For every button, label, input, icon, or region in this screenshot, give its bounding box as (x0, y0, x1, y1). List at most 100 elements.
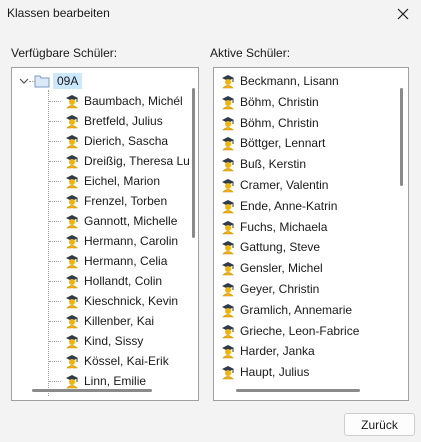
list-item[interactable]: Geyer, Christin (220, 279, 319, 299)
tree-line (49, 321, 61, 322)
list-item[interactable]: Böhm, Christin (220, 113, 319, 133)
list-item[interactable]: Gramlich, Annemarie (220, 300, 352, 320)
tree-line (49, 121, 61, 122)
class-node[interactable]: 09A (34, 72, 83, 90)
student-graduate-icon (66, 135, 78, 149)
student-name: Kössel, Kai-Erik (84, 354, 169, 368)
student-name: Hollandt, Colin (84, 274, 163, 288)
tree-line (48, 90, 49, 396)
tree-line (49, 381, 61, 382)
right-horizontal-scrollbar[interactable] (236, 389, 360, 392)
list-item[interactable]: Frenzel, Torben (64, 191, 167, 211)
list-item[interactable]: Buß, Kerstin (220, 154, 306, 174)
list-item[interactable]: Eichel, Marion (64, 171, 160, 191)
list-item[interactable]: Linn, Emilie (64, 371, 146, 391)
list-item[interactable]: Ende, Anne-Katrin (220, 196, 337, 216)
left-vertical-scrollbar[interactable] (192, 88, 195, 238)
student-graduate-icon (66, 155, 78, 169)
list-item[interactable]: Killenber, Kai (64, 311, 154, 331)
student-graduate-icon (66, 255, 78, 269)
student-name: Killenber, Kai (84, 314, 155, 328)
student-name: Hermann, Carolin (84, 234, 179, 248)
list-item[interactable]: Böttger, Lennart (220, 133, 325, 153)
left-horizontal-scrollbar[interactable] (32, 389, 152, 392)
student-name: Baumbach, Michél (84, 94, 183, 108)
list-item[interactable]: Dreißig, Theresa Lu (64, 151, 190, 171)
student-graduate-icon (222, 116, 234, 130)
student-name: Gattung, Steve (240, 240, 321, 255)
student-graduate-icon (66, 295, 78, 309)
student-name: Böttger, Lennart (240, 136, 326, 151)
list-item[interactable]: Kind, Sissy (64, 331, 143, 351)
student-graduate-icon (222, 95, 234, 110)
tree-line (49, 101, 61, 102)
list-item[interactable]: Gannott, Michelle (64, 211, 177, 231)
student-graduate-icon (222, 220, 234, 234)
available-students-label: Verfügbare Schüler: (11, 46, 118, 60)
close-icon (397, 8, 409, 20)
student-graduate-icon (66, 355, 78, 369)
chevron-down-icon[interactable] (19, 76, 29, 86)
student-graduate-icon (66, 375, 78, 389)
list-item[interactable]: Dierich, Sascha (64, 131, 168, 151)
list-item[interactable]: Bretfeld, Julius (64, 111, 163, 131)
student-name: Cramer, Valentin (240, 178, 329, 192)
student-graduate-icon (66, 115, 78, 129)
student-name: Buß, Kerstin (240, 157, 307, 172)
student-graduate-icon (222, 158, 234, 172)
list-item[interactable]: Kieschnick, Kevin (64, 291, 178, 311)
list-item[interactable]: Kössel, Kai-Erik (64, 351, 169, 371)
list-item[interactable]: Grieche, Leon-Fabrice (220, 321, 359, 341)
list-item[interactable]: Harder, Janka (220, 341, 315, 361)
list-item[interactable]: Cramer, Valentin (220, 175, 328, 195)
tree-line (29, 81, 35, 82)
student-name: Dreißig, Theresa Lu (84, 154, 190, 168)
tree-line (49, 261, 61, 262)
tree-line (49, 301, 61, 302)
tree-line (49, 181, 61, 182)
list-item[interactable]: Hermann, Carolin (64, 231, 178, 251)
active-students-list[interactable]: Beckmann, Lisann Böhm, Christin Böhm, Chri… (213, 67, 409, 401)
student-name: Böhm, Christin (240, 94, 319, 109)
student-graduate-icon (66, 335, 78, 349)
window-title: Klassen bearbeiten (7, 6, 110, 20)
list-item[interactable]: Böhm, Christin (220, 92, 319, 112)
list-item[interactable]: Hermann, Celia (64, 251, 167, 271)
student-graduate-icon (222, 324, 234, 338)
student-name: Hermann, Celia (84, 254, 168, 268)
student-name: Haupt, Julius (240, 365, 310, 380)
student-graduate-icon (66, 215, 78, 229)
student-graduate-icon (222, 241, 234, 255)
list-item[interactable]: Gensler, Michel (220, 258, 323, 278)
list-item[interactable]: Haupt, Julius (220, 362, 309, 382)
student-name: Kind, Sissy (84, 334, 144, 348)
student-graduate-icon (222, 303, 234, 318)
right-vertical-scrollbar[interactable] (400, 88, 403, 186)
student-graduate-icon (222, 345, 234, 359)
student-name: Beckmann, Lisann (240, 74, 339, 88)
close-button[interactable] (385, 0, 421, 28)
student-name: Dierich, Sascha (84, 134, 169, 148)
class-node-label: 09A (53, 73, 83, 89)
student-name: Geyer, Christin (240, 282, 320, 296)
student-name: Bretfeld, Julius (84, 114, 163, 128)
list-item[interactable]: Baumbach, Michél (64, 91, 183, 111)
student-graduate-icon (66, 195, 78, 209)
tree-line (49, 221, 61, 222)
student-name: Böhm, Christin (240, 115, 319, 130)
student-graduate-icon (222, 179, 234, 193)
active-students-label: Aktive Schüler: (210, 46, 291, 60)
back-button[interactable]: Zurück (344, 413, 415, 436)
student-graduate-icon (222, 366, 234, 380)
student-graduate-icon (222, 283, 234, 297)
list-item[interactable]: Beckmann, Lisann (220, 71, 339, 91)
tree-line (49, 361, 61, 362)
available-students-tree[interactable]: 09A Baumbach, Michél Bretfeld, Julius Dier… (11, 67, 199, 401)
list-item[interactable]: Gattung, Steve (220, 237, 320, 257)
list-item[interactable]: Fuchs, Michaela (220, 217, 327, 237)
tree-line (49, 281, 61, 282)
student-graduate-icon (222, 137, 234, 151)
title-bar: Klassen bearbeiten (0, 0, 421, 30)
list-item[interactable]: Hollandt, Colin (64, 271, 162, 291)
tree-line (49, 241, 61, 242)
